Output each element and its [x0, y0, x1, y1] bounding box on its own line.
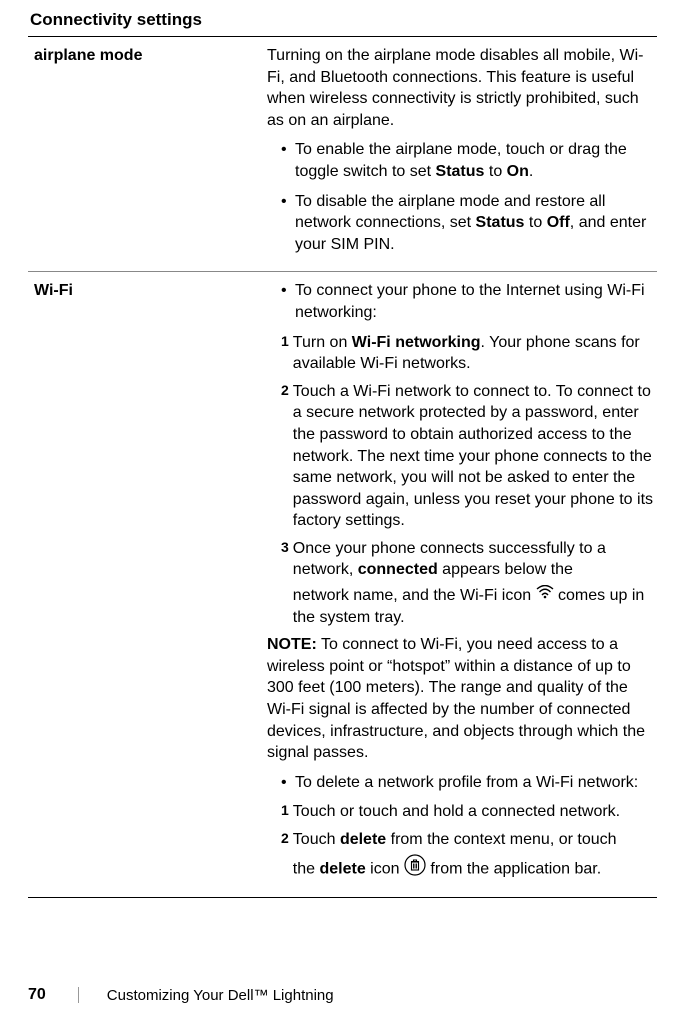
airplane-bullet-disable: • To disable the airplane mode and resto…: [281, 191, 653, 256]
row-wifi: Wi-Fi • To connect your phone to the Int…: [28, 272, 657, 898]
wifi-delete-step-1-text: Touch or touch and hold a connected netw…: [293, 801, 653, 823]
airplane-intro: Turning on the airplane mode disables al…: [267, 45, 653, 131]
wifi-delete-step-2-text: Touch delete from the context menu, or t…: [293, 829, 653, 883]
page-footer: 70 Customizing Your Dell™ Lightning: [28, 986, 334, 1004]
step-number: 1: [281, 801, 289, 823]
wifi-step-1-text: Turn on Wi-Fi networking. Your phone sca…: [293, 332, 653, 375]
footer-separator: [78, 987, 79, 1003]
step-number: 3: [281, 538, 289, 628]
row-airplane: airplane mode Turning on the airplane mo…: [28, 37, 657, 272]
bullet-dot-icon: •: [281, 191, 295, 256]
desc-wifi: • To connect your phone to the Internet …: [263, 272, 657, 898]
wifi-step-2-text: Touch a Wi-Fi network to connect to. To …: [293, 381, 653, 532]
airplane-enable-text: To enable the airplane mode, touch or dr…: [295, 139, 653, 182]
wifi-delete-step-1: 1 Touch or touch and hold a connected ne…: [281, 801, 653, 823]
wifi-step-1: 1 Turn on Wi-Fi networking. Your phone s…: [281, 332, 653, 375]
wifi-delete-intro-text: To delete a network profile from a Wi-Fi…: [295, 772, 653, 794]
wifi-step-3: 3 Once your phone connects successfully …: [281, 538, 653, 628]
section-heading: Connectivity settings: [28, 10, 657, 30]
bullet-dot-icon: •: [281, 772, 295, 794]
airplane-disable-text: To disable the airplane mode and restore…: [295, 191, 653, 256]
page-number: 70: [28, 986, 46, 1004]
footer-title: Customizing Your Dell™ Lightning: [107, 987, 334, 1004]
wifi-connect-intro: • To connect your phone to the Internet …: [281, 280, 653, 323]
step-number: 2: [281, 381, 289, 532]
wifi-delete-step-2: 2 Touch delete from the context menu, or…: [281, 829, 653, 883]
label-airplane: airplane mode: [28, 37, 263, 272]
delete-icon: [404, 854, 426, 883]
wifi-icon: [536, 584, 554, 606]
wifi-note: NOTE: To connect to Wi-Fi, you need acce…: [267, 634, 653, 764]
bullet-dot-icon: •: [281, 139, 295, 182]
step-number: 2: [281, 829, 289, 883]
airplane-bullet-enable: • To enable the airplane mode, touch or …: [281, 139, 653, 182]
bullet-dot-icon: •: [281, 280, 295, 323]
wifi-delete-intro: • To delete a network profile from a Wi-…: [281, 772, 653, 794]
wifi-connect-intro-text: To connect your phone to the Internet us…: [295, 280, 653, 323]
wifi-step-3-text: Once your phone connects successfully to…: [293, 538, 653, 628]
label-wifi: Wi-Fi: [28, 272, 263, 898]
desc-airplane: Turning on the airplane mode disables al…: [263, 37, 657, 272]
wifi-step-2: 2 Touch a Wi-Fi network to connect to. T…: [281, 381, 653, 532]
step-number: 1: [281, 332, 289, 375]
settings-table: airplane mode Turning on the airplane mo…: [28, 36, 657, 898]
